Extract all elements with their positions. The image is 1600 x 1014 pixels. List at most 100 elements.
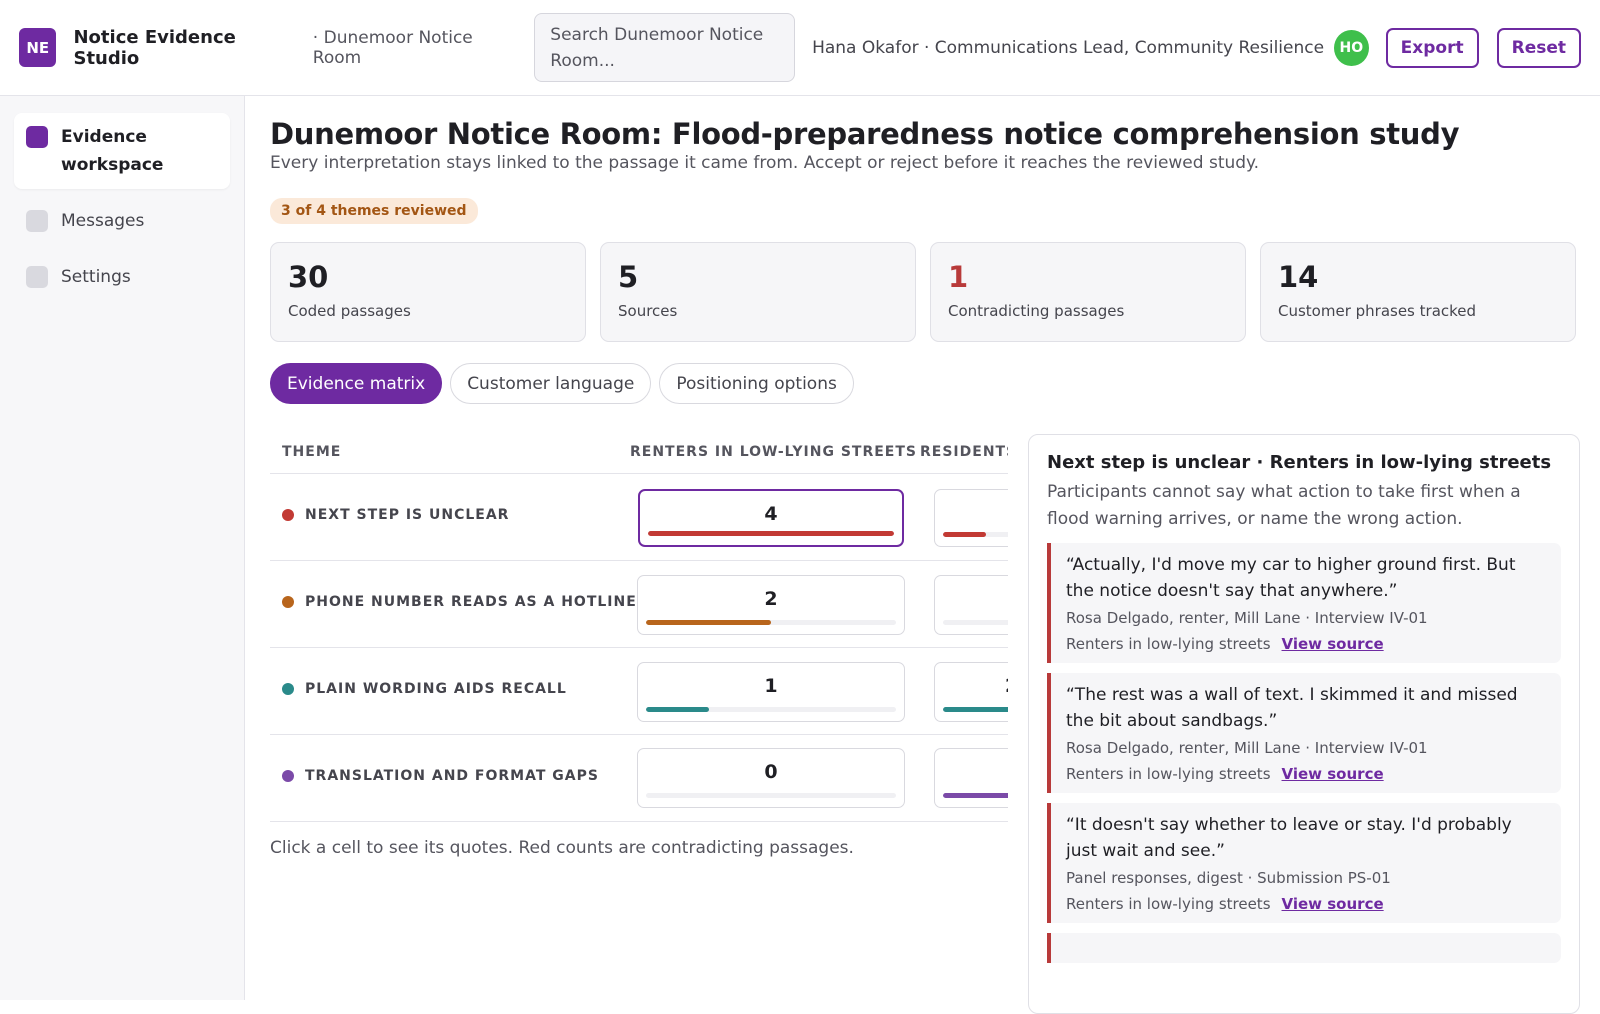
cell-bar <box>646 620 896 625</box>
view-source-link[interactable]: View source <box>1282 635 1384 653</box>
panel-description: Participants cannot say what action to t… <box>1047 482 1521 529</box>
quote-card: “It doesn't say whether to leave or stay… <box>1047 803 1561 923</box>
theme-color-dot <box>282 509 294 521</box>
theme-color-dot <box>282 596 294 608</box>
sidebar-item-settings[interactable]: Settings <box>14 253 230 301</box>
cell-bar-fill <box>943 793 1008 798</box>
theme-color-dot <box>282 683 294 695</box>
theme-cell: TRANSLATION AND FORMAT GAPS <box>282 768 599 784</box>
sidebar-item-label: Settings <box>61 267 131 287</box>
app-logo: NE <box>19 28 57 67</box>
sidebar: Evidence workspace Messages Settings <box>0 96 245 1000</box>
table-row: NEXT STEP IS UNCLEAR 4 <box>270 474 1008 561</box>
quote-text: “Actually, I'd move my car to higher gro… <box>1066 555 1516 601</box>
review-status-badge: 3 of 4 themes reviewed <box>270 198 478 224</box>
user-name: Hana Okafor · Communications Lead, Commu… <box>812 37 1325 58</box>
cell-bar-fill <box>646 620 771 625</box>
tab-evidence-matrix[interactable]: Evidence matrix <box>270 363 443 404</box>
matrix-cell-translation-renters[interactable]: 0 <box>637 748 905 808</box>
tab-positioning-options[interactable]: Positioning options <box>659 363 854 404</box>
view-source-link[interactable]: View source <box>1282 895 1384 913</box>
stat-label: Coded passages <box>288 302 411 320</box>
stat-card-coded-passages: 30 Coded passages <box>270 242 586 342</box>
cell-count: 2 <box>764 588 778 610</box>
quote-card-partial <box>1047 933 1561 963</box>
theme-label: PLAIN WORDING AIDS RECALL <box>305 681 567 697</box>
search-input[interactable]: Search Dunemoor Notice Room... <box>534 13 796 82</box>
stat-label: Contradicting passages <box>948 302 1125 320</box>
stat-value: 30 <box>288 260 329 294</box>
quote-segment: Renters in low-lying streets <box>1066 765 1271 783</box>
quote-panel: Next step is unclear · Renters in low-ly… <box>1028 434 1580 1014</box>
stat-value: 1 <box>948 260 969 294</box>
stat-card-customer-phrases: 14 Customer phrases tracked <box>1260 242 1576 342</box>
quote-card: “The rest was a wall of text. I skimmed … <box>1047 673 1561 793</box>
matrix-cell-hotline-renters[interactable]: 2 <box>637 575 905 635</box>
sidebar-item-messages[interactable]: Messages <box>14 197 230 245</box>
stat-label: Customer phrases tracked <box>1278 302 1477 320</box>
sidebar-item-evidence-workspace[interactable]: Evidence workspace <box>14 113 230 189</box>
reset-button[interactable]: Reset <box>1496 27 1582 68</box>
quote-text: “It doesn't say whether to leave or stay… <box>1066 815 1512 861</box>
table-row: PHONE NUMBER READS AS A HOTLINE 2 <box>270 561 1008 648</box>
column-header-residents: RESIDENTS <box>920 444 1008 460</box>
sidebar-item-label: Evidence workspace <box>61 127 164 175</box>
table-row: PLAIN WORDING AIDS RECALL 1 2 <box>270 648 1008 735</box>
quote-text: “The rest was a wall of text. I skimmed … <box>1066 685 1518 731</box>
column-header-renters: RENTERS IN LOW-LYING STREETS <box>630 444 917 460</box>
cell-bar <box>943 707 1008 712</box>
stat-card-sources: 5 Sources <box>600 242 916 342</box>
quote-card: “Actually, I'd move my car to higher gro… <box>1047 543 1561 663</box>
messages-icon <box>26 210 48 232</box>
view-tabs: Evidence matrix Customer language Positi… <box>270 363 1580 404</box>
stat-card-contradicting: 1 Contradicting passages <box>930 242 1246 342</box>
theme-label: PHONE NUMBER READS AS A HOTLINE <box>305 594 637 610</box>
quote-footer: Renters in low-lying streets View source <box>1066 635 1547 653</box>
app-title: Notice Evidence Studio <box>73 26 236 69</box>
quote-footer: Renters in low-lying streets View source <box>1066 765 1547 783</box>
settings-icon <box>26 266 48 288</box>
cell-bar <box>646 707 896 712</box>
main-content: Dunemoor Notice Room: Flood-preparedness… <box>270 96 1580 1014</box>
cell-bar-fill <box>943 707 1008 712</box>
cell-bar <box>943 532 1008 537</box>
export-button[interactable]: Export <box>1385 27 1479 68</box>
cell-bar <box>648 531 894 536</box>
cell-count: 4 <box>764 503 778 525</box>
column-header-theme: THEME <box>282 444 342 460</box>
evidence-workspace-icon <box>26 126 48 148</box>
top-bar: NE Notice Evidence Studio · Dunemoor Not… <box>0 0 1600 96</box>
cell-bar-fill <box>648 531 894 536</box>
view-source-link[interactable]: View source <box>1282 765 1384 783</box>
theme-cell: PHONE NUMBER READS AS A HOTLINE <box>282 594 637 610</box>
page-subtitle: Every interpretation stays linked to the… <box>270 153 1260 173</box>
matrix-cell-next-step-residents[interactable] <box>934 489 1008 547</box>
theme-label: NEXT STEP IS UNCLEAR <box>305 507 510 523</box>
panel-title: Next step is unclear · Renters in low-ly… <box>1047 452 1552 473</box>
matrix-cell-next-step-renters[interactable]: 4 <box>638 489 904 547</box>
stat-label: Sources <box>618 302 678 320</box>
theme-cell: NEXT STEP IS UNCLEAR <box>282 507 509 523</box>
cell-bar <box>646 793 896 798</box>
page-title: Dunemoor Notice Room: Flood-preparedness… <box>270 117 1460 151</box>
sidebar-item-label: Messages <box>61 211 145 231</box>
cell-bar <box>943 793 1008 798</box>
stats-row: 30 Coded passages 5 Sources 1 Contradict… <box>270 242 1580 342</box>
matrix-cell-plain-wording-residents[interactable]: 2 <box>934 662 1008 722</box>
cell-count: 0 <box>764 761 778 783</box>
quote-segment: Renters in low-lying streets <box>1066 635 1271 653</box>
matrix-hint: Click a cell to see its quotes. Red coun… <box>270 838 854 858</box>
tab-customer-language[interactable]: Customer language <box>450 363 652 404</box>
theme-color-dot <box>282 770 294 782</box>
cell-bar-fill <box>646 707 709 712</box>
cell-bar <box>943 620 1008 625</box>
matrix-cell-hotline-residents[interactable] <box>934 575 1008 635</box>
avatar[interactable]: HO <box>1334 29 1369 66</box>
matrix-header-row: THEME RENTERS IN LOW-LYING STREETS RESID… <box>270 434 1008 474</box>
quote-segment: Renters in low-lying streets <box>1066 895 1271 913</box>
matrix-cell-plain-wording-renters[interactable]: 1 <box>637 662 905 722</box>
matrix-cell-translation-residents[interactable] <box>934 748 1008 808</box>
quote-source: Panel responses, digest · Submission PS-… <box>1066 869 1391 887</box>
stat-value: 14 <box>1278 260 1319 294</box>
quote-source: Rosa Delgado, renter, Mill Lane · Interv… <box>1066 739 1428 757</box>
